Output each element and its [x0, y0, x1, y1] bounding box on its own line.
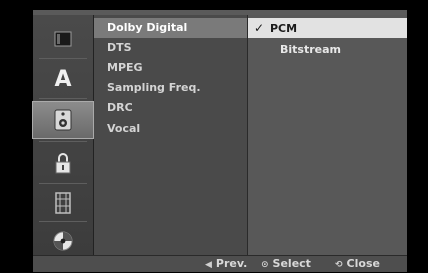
category-audio[interactable] — [32, 101, 94, 139]
divider — [39, 183, 87, 184]
category-disc[interactable] — [33, 223, 93, 259]
category-language[interactable]: A — [33, 61, 93, 97]
left-arrow-icon: ◀ — [205, 260, 212, 270]
checkmark-icon: ✓ — [254, 21, 265, 35]
footer-prev-label: Prev. — [215, 257, 248, 270]
divider — [39, 141, 87, 142]
speaker-audio-icon — [54, 109, 72, 131]
option-list: ✓ PCM Bitstream — [248, 15, 407, 255]
menu-item-vocal[interactable]: Vocal — [94, 119, 247, 139]
footer-help-bar: ◀ Prev. ⊙ Select ⟲ Close — [33, 255, 407, 272]
audio-settings-menu: Dolby Digital DTS MPEG Sampling Freq. DR… — [94, 15, 248, 255]
option-bitstream[interactable]: Bitstream — [248, 40, 407, 60]
menu-item-mpeg[interactable]: MPEG — [94, 58, 247, 78]
film-strip-icon — [55, 192, 71, 214]
disc-tray-icon — [54, 31, 72, 47]
divider — [39, 221, 87, 222]
category-video[interactable] — [33, 185, 93, 221]
footer-select[interactable]: ⊙ Select — [261, 256, 311, 272]
category-lock[interactable] — [33, 145, 93, 181]
divider — [39, 98, 87, 99]
category-disc-tray[interactable] — [33, 21, 93, 57]
disc-icon — [53, 231, 73, 251]
footer-close[interactable]: ⟲ Close — [335, 256, 380, 272]
category-icon-column: A — [32, 15, 94, 255]
menu-item-dolby-digital[interactable]: Dolby Digital — [94, 18, 247, 38]
menu-item-dts[interactable]: DTS — [94, 38, 247, 58]
option-label: PCM — [270, 22, 298, 35]
menu-item-drc[interactable]: DRC — [94, 98, 247, 118]
footer-select-label: Select — [272, 257, 311, 270]
language-a-icon: A — [54, 66, 72, 92]
footer-close-label: Close — [346, 257, 380, 270]
menu-item-sampling-freq[interactable]: Sampling Freq. — [94, 78, 247, 98]
divider — [39, 58, 87, 59]
setup-menu-window: A Dolby Digital DTS MPEG Sampling Freq. … — [32, 10, 407, 272]
return-icon: ⟲ — [335, 260, 343, 270]
footer-prev[interactable]: ◀ Prev. — [205, 256, 247, 272]
padlock-icon — [55, 153, 71, 174]
option-pcm[interactable]: ✓ PCM — [248, 18, 407, 38]
enter-button-icon: ⊙ — [261, 260, 269, 270]
